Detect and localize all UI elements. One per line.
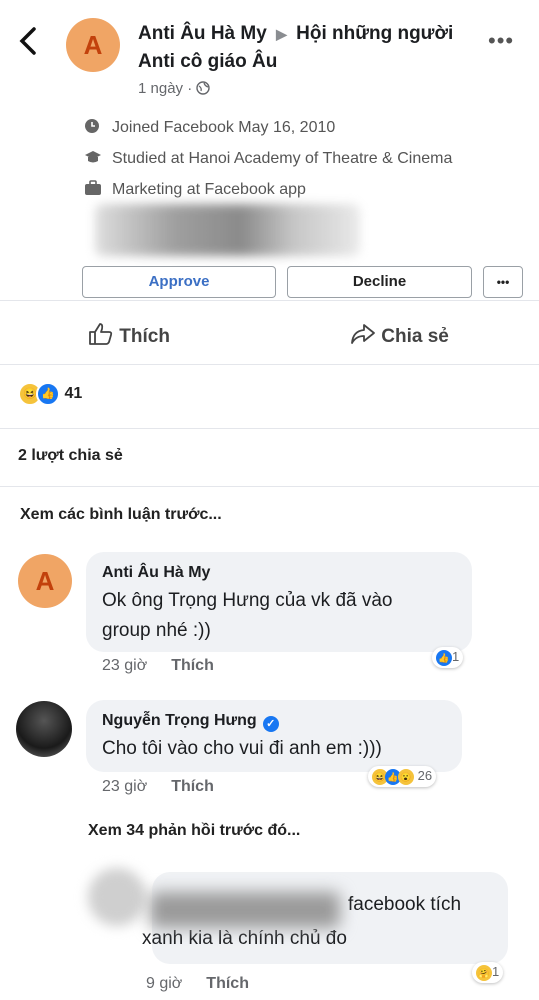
reply-text-line: xanh kia là chính chủ đo: [142, 928, 347, 949]
blurred-region: [95, 204, 360, 256]
info-work: Marketing at Facebook app: [84, 180, 306, 199]
like-label: Thích: [119, 326, 170, 347]
divider: [0, 428, 539, 429]
post-meta: 1 ngày ·: [138, 80, 211, 97]
commenter-name-row: Nguyễn Trọng Hưng ✓: [102, 712, 279, 732]
post-title: Anti Âu Hà My ▶ Hội những người Anti cô …: [138, 20, 458, 75]
comment-time[interactable]: 23 giờ: [102, 657, 147, 674]
reply-like-button[interactable]: Thích: [206, 975, 249, 992]
reply-time[interactable]: 9 giờ: [146, 975, 182, 992]
comment-time[interactable]: 23 giờ: [102, 778, 147, 795]
comment-like-button[interactable]: Thích: [171, 657, 214, 674]
briefcase-icon: [84, 180, 104, 196]
divider: [0, 486, 539, 487]
back-arrow-icon[interactable]: [18, 26, 48, 62]
commenter-avatar[interactable]: [16, 701, 72, 757]
reaction-count: 26: [417, 768, 433, 783]
triangle-right-icon: ▶: [276, 26, 287, 42]
post-header: A Anti Âu Hà My ▶ Hội những người Anti c…: [0, 0, 539, 120]
divider: [0, 300, 539, 301]
comment-text-line: group nhé :)): [102, 620, 211, 641]
post-time[interactable]: 1 ngày: [138, 80, 183, 97]
view-previous-comments[interactable]: Xem các bình luận trước...: [20, 506, 222, 524]
graduation-cap-icon: [84, 149, 104, 165]
wow-icon: 😮: [398, 768, 414, 785]
divider: [0, 364, 539, 365]
share-arrow-icon: [350, 324, 376, 347]
comment-bubble: Anti Âu Hà My Ok ông Trọng Hưng của vk đ…: [86, 552, 472, 652]
studied-text: Studied at Hanoi Academy of Theatre & Ci…: [112, 150, 453, 167]
comment-text: Cho tôi vào cho vui đi anh em :))): [102, 738, 382, 759]
blurred-avatar[interactable]: [88, 868, 146, 926]
verified-badge-icon: ✓: [262, 716, 279, 732]
comment-text: Ok ông Trọng Hưng của vk đã vào group nh…: [102, 586, 393, 646]
share-button[interactable]: Chia sẻ: [350, 322, 449, 348]
commenter-name[interactable]: Nguyễn Trọng Hưng: [102, 712, 257, 729]
approve-button[interactable]: Approve: [82, 266, 276, 298]
blurred-text: [150, 892, 340, 928]
comment-text-line: Ok ông Trọng Hưng của vk đã vào: [102, 590, 393, 611]
card-more-button[interactable]: •••: [483, 266, 523, 298]
reaction-count: 41: [64, 385, 83, 403]
like-icon: 👍: [436, 649, 452, 666]
view-more-replies[interactable]: Xem 34 phản hồi trước đó...: [88, 822, 300, 840]
comment-meta: 23 giờ Thích: [102, 778, 214, 796]
thumbs-up-icon: [88, 323, 114, 347]
comment-reactions[interactable]: 😆 👍 😮 26: [368, 766, 437, 787]
care-icon: 🤗: [476, 964, 492, 981]
clock-icon: [84, 118, 104, 134]
joined-text: Joined Facebook May 16, 2010: [112, 119, 336, 136]
author-avatar[interactable]: A: [66, 18, 120, 72]
reactions-summary[interactable]: 😆 👍 41: [18, 382, 82, 406]
decline-button[interactable]: Decline: [287, 266, 472, 298]
share-label: Chia sẻ: [381, 326, 449, 347]
comment-reactions[interactable]: 👍 1: [432, 647, 464, 668]
reply-text-line: facebook tích: [348, 894, 462, 915]
info-joined: Joined Facebook May 16, 2010: [84, 118, 335, 137]
commenter-avatar[interactable]: A: [18, 554, 72, 608]
globe-icon: [196, 80, 211, 97]
reply-meta: 9 giờ Thích: [146, 975, 249, 993]
commenter-name[interactable]: Anti Âu Hà My: [102, 564, 210, 582]
reply-reactions[interactable]: 🤗 1: [472, 962, 504, 983]
work-text: Marketing at Facebook app: [112, 181, 306, 198]
info-studied: Studied at Hanoi Academy of Theatre & Ci…: [84, 149, 452, 168]
comment-bubble: Nguyễn Trọng Hưng ✓ Cho tôi vào cho vui đ…: [86, 700, 462, 772]
comment-like-button[interactable]: Thích: [171, 778, 214, 795]
shares-count[interactable]: 2 lượt chia sẻ: [18, 447, 123, 465]
like-icon: 👍: [36, 382, 60, 406]
like-button[interactable]: Thích: [88, 322, 170, 348]
reaction-count: 1: [452, 649, 460, 664]
reaction-count: 1: [492, 964, 500, 979]
author-name[interactable]: Anti Âu Hà My: [138, 23, 267, 44]
more-dots-icon[interactable]: •••: [488, 28, 514, 54]
comment-meta: 23 giờ Thích: [102, 657, 214, 675]
